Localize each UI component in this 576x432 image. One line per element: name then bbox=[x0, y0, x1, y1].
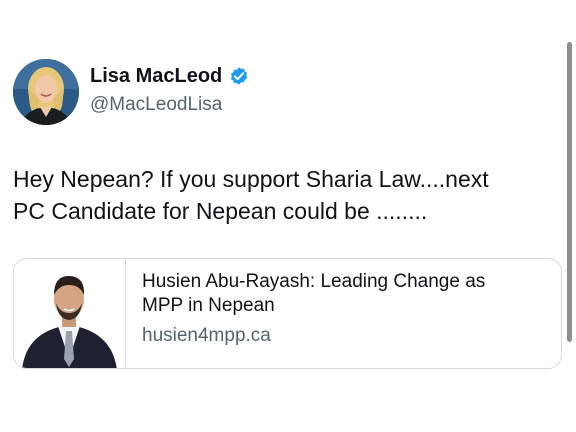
link-card-thumbnail bbox=[14, 259, 126, 368]
tweet-text: Hey Nepean? If you support Sharia Law...… bbox=[13, 163, 553, 227]
author-display-name[interactable]: Lisa MacLeod bbox=[90, 64, 222, 88]
verified-badge-icon bbox=[228, 65, 250, 87]
link-card-domain: husien4mpp.ca bbox=[142, 325, 271, 346]
link-card-title-line: Husien Abu-Rayash: Leading Change as bbox=[142, 271, 486, 292]
tweet-text-line: Hey Nepean? If you support Sharia Law...… bbox=[13, 166, 489, 192]
link-card-body: Husien Abu-Rayash: Leading Change as MPP… bbox=[126, 259, 561, 368]
avatar[interactable] bbox=[13, 59, 79, 125]
tweet-text-line: PC Candidate for Nepean could be .......… bbox=[13, 198, 428, 224]
profile-photo-icon bbox=[13, 59, 79, 125]
scrollbar-thumb[interactable] bbox=[567, 42, 572, 342]
author-handle[interactable]: @MacLeodLisa bbox=[90, 93, 222, 117]
candidate-photo-icon bbox=[14, 259, 125, 368]
author-name-row: Lisa MacLeod bbox=[90, 64, 250, 88]
link-preview-card[interactable]: Husien Abu-Rayash: Leading Change as MPP… bbox=[13, 258, 562, 369]
link-card-title-line: MPP in Nepean bbox=[142, 295, 275, 316]
link-card-title[interactable]: Husien Abu-Rayash: Leading Change as MPP… bbox=[142, 270, 547, 318]
tweet-page: Lisa MacLeod @MacLeodLisa Hey Nepean? If… bbox=[0, 0, 576, 432]
